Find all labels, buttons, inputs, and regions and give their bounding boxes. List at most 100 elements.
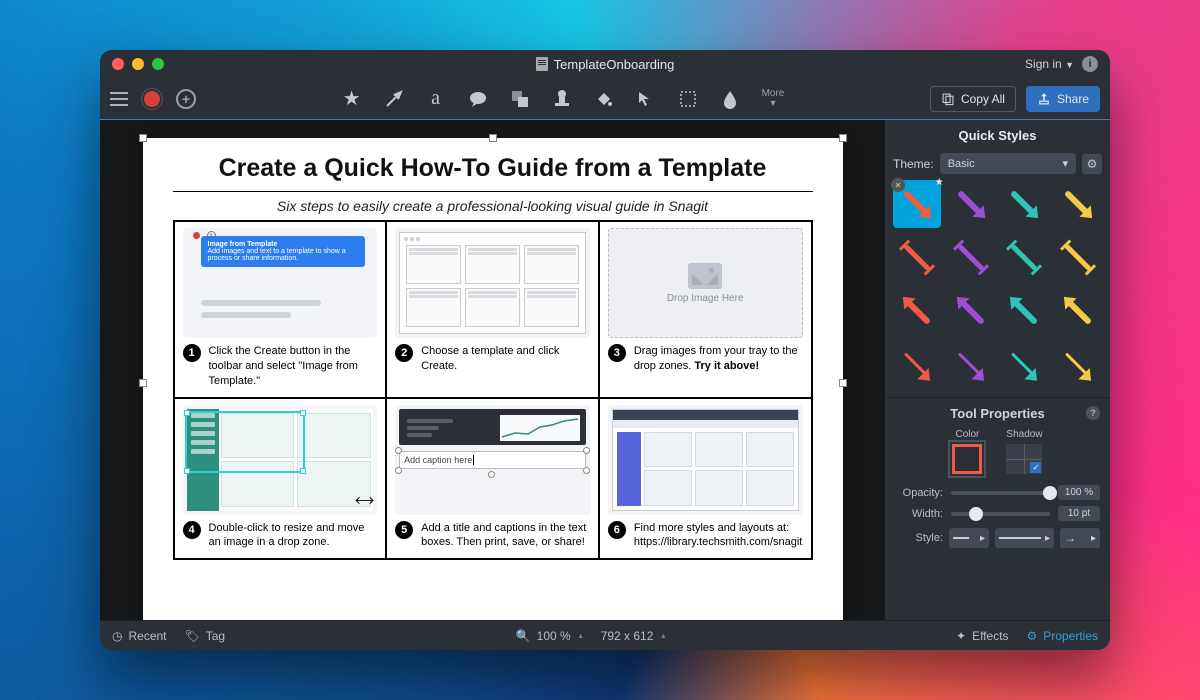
shape-tool-icon[interactable] (510, 89, 530, 109)
text-tool-icon[interactable]: a (426, 89, 446, 109)
step-number: 2 (395, 344, 413, 362)
step-preview: Add caption here (395, 405, 590, 515)
step-number: 6 (608, 521, 626, 539)
drop-zone[interactable]: Drop Image Here (608, 228, 803, 338)
theme-select[interactable]: Basic▾ (940, 153, 1076, 174)
theme-label: Theme: (893, 157, 934, 171)
create-button[interactable]: + (176, 89, 196, 109)
callout-tool-icon[interactable] (468, 89, 488, 109)
blur-tool-icon[interactable] (720, 89, 740, 109)
style-swatch[interactable] (893, 180, 941, 228)
style-swatch[interactable] (1054, 288, 1102, 336)
opacity-slider[interactable] (951, 491, 1050, 495)
menu-icon[interactable] (110, 92, 128, 106)
minimize-window-button[interactable] (132, 58, 144, 70)
step-number: 3 (608, 344, 626, 362)
close-window-button[interactable] (112, 58, 124, 70)
template-step-6[interactable]: 6 Find more styles and layouts at: https… (599, 398, 812, 560)
stamp-tool-icon[interactable] (552, 89, 572, 109)
step-number: 5 (395, 521, 413, 539)
recent-button[interactable]: ◷Recent (112, 629, 167, 643)
shadow-picker[interactable]: ✓ (1006, 444, 1042, 474)
shadow-label: Shadow (1006, 429, 1042, 440)
magnifier-icon: 🔍 (516, 629, 531, 643)
help-icon[interactable]: ? (1086, 406, 1100, 420)
template-grid: + Image from TemplateAdd images and text… (173, 220, 813, 560)
zoom-control[interactable]: 🔍100 %▴ (516, 629, 583, 643)
share-button[interactable]: Share (1026, 86, 1100, 112)
resize-handle[interactable] (489, 134, 497, 142)
template-step-1[interactable]: + Image from TemplateAdd images and text… (174, 221, 387, 398)
properties-button[interactable]: ⚙Properties (1027, 629, 1098, 643)
document-title[interactable]: Create a Quick How-To Guide from a Templ… (143, 138, 843, 183)
line-start-select[interactable]: ▸ (949, 528, 989, 548)
style-swatch[interactable] (1001, 341, 1049, 389)
document-canvas[interactable]: Create a Quick How-To Guide from a Templ… (143, 138, 843, 620)
move-tool-icon[interactable] (636, 89, 656, 109)
style-swatch[interactable] (1001, 288, 1049, 336)
gear-icon[interactable]: ⚙ (1082, 154, 1102, 174)
info-icon[interactable]: i (1082, 56, 1098, 72)
color-picker[interactable] (952, 444, 982, 474)
properties-sidebar: Quick Styles Theme: Basic▾ ⚙ (885, 120, 1110, 620)
document-subtitle[interactable]: Six steps to easily create a professiona… (173, 191, 813, 214)
arrow-tool-icon[interactable] (384, 89, 404, 109)
desktop-wallpaper: TemplateOnboarding Sign in ▼ i + ★ a (0, 0, 1200, 700)
step-text[interactable]: Add a title and captions in the text box… (421, 521, 590, 551)
step-text[interactable]: Drag images from your tray to the drop z… (634, 344, 803, 374)
style-swatch[interactable] (893, 341, 941, 389)
style-swatch[interactable] (1001, 180, 1049, 228)
style-swatch[interactable] (1054, 180, 1102, 228)
style-swatch[interactable] (947, 234, 995, 282)
style-swatch[interactable] (1054, 234, 1102, 282)
more-tools-button[interactable]: More▾ (762, 89, 785, 109)
step-text[interactable]: Double-click to resize and move an image… (209, 521, 378, 551)
fill-tool-icon[interactable] (594, 89, 614, 109)
canvas-dimensions[interactable]: 792 x 612▴ (601, 629, 666, 643)
width-slider[interactable] (951, 512, 1050, 516)
effects-button[interactable]: ✦Effects (956, 629, 1009, 643)
app-window: TemplateOnboarding Sign in ▼ i + ★ a (100, 50, 1110, 650)
main-toolbar: + ★ a More▾ Copy All (100, 78, 1110, 120)
step-text[interactable]: Find more styles and layouts at: https:/… (634, 521, 803, 551)
maximize-window-button[interactable] (152, 58, 164, 70)
style-swatch[interactable] (1054, 341, 1102, 389)
line-style-select[interactable]: ▸ (995, 528, 1054, 548)
style-swatch[interactable] (947, 341, 995, 389)
canvas-area[interactable]: Create a Quick How-To Guide from a Templ… (100, 120, 885, 620)
step-preview: + Image from TemplateAdd images and text… (183, 228, 378, 338)
window-titlebar: TemplateOnboarding Sign in ▼ i (100, 50, 1110, 78)
style-swatch[interactable] (893, 234, 941, 282)
capture-button[interactable] (142, 89, 162, 109)
resize-handle[interactable] (839, 379, 847, 387)
sign-in-button[interactable]: Sign in ▼ (1025, 57, 1074, 71)
resize-handle[interactable] (139, 379, 147, 387)
template-step-2[interactable]: 2 Choose a template and click Create. (386, 221, 599, 398)
color-label: Color (952, 429, 982, 440)
template-step-3[interactable]: Drop Image Here 3 Drag images from your … (599, 221, 812, 398)
step-preview (608, 405, 803, 515)
tag-icon: 🏷 (185, 629, 200, 643)
style-swatch[interactable] (1001, 234, 1049, 282)
resize-handle[interactable] (839, 134, 847, 142)
copy-all-button[interactable]: Copy All (930, 86, 1016, 112)
style-swatch[interactable] (893, 288, 941, 336)
width-value[interactable]: 10 pt (1058, 506, 1100, 521)
step-number: 1 (183, 344, 201, 362)
style-swatch[interactable] (947, 288, 995, 336)
favorites-tool-icon[interactable]: ★ (342, 89, 362, 109)
template-step-5[interactable]: Add caption here 5 Add a title and capti… (386, 398, 599, 560)
gear-icon: ⚙ (1027, 629, 1038, 643)
opacity-label: Opacity: (895, 487, 943, 499)
step-text[interactable]: Choose a template and click Create. (421, 344, 590, 374)
opacity-value[interactable]: 100 % (1058, 485, 1100, 500)
template-step-4[interactable]: ⤢ 4 Double-click to resize and move an i… (174, 398, 387, 560)
tag-button[interactable]: 🏷Tag (185, 629, 226, 643)
quick-styles-grid (885, 180, 1110, 397)
selection-tool-icon[interactable] (678, 89, 698, 109)
step-text[interactable]: Click the Create button in the toolbar a… (209, 344, 378, 389)
width-label: Width: (895, 508, 943, 520)
line-end-select[interactable]: →▸ (1060, 528, 1100, 548)
style-swatch[interactable] (947, 180, 995, 228)
resize-handle[interactable] (139, 134, 147, 142)
